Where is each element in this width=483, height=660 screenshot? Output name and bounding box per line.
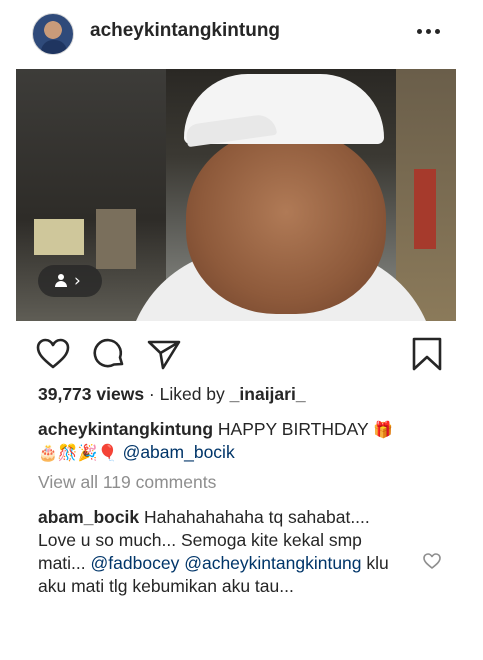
bookmark-icon[interactable] [409, 336, 445, 372]
caption-text: HAPPY BIRTHDAY [217, 419, 369, 439]
video-prop [34, 219, 84, 255]
video-person-face [186, 129, 386, 314]
video-prop [414, 169, 436, 249]
chevron-right-icon: › [74, 271, 81, 291]
comment-item: abam_bocik Hahahahahaha tq sahabat.... L… [38, 506, 393, 598]
video-prop [96, 209, 136, 269]
views-count[interactable]: 39,773 views [38, 384, 144, 404]
views-and-likes: 39,773 views · Liked by _inaijari_ [38, 384, 306, 405]
heart-icon[interactable] [35, 336, 71, 372]
comment-author[interactable]: abam_bocik [38, 507, 139, 527]
post-username[interactable]: acheykintangkintung [90, 20, 280, 42]
comment-bubble-icon[interactable] [91, 336, 127, 372]
tagged-person-icon [54, 274, 68, 288]
comment-mention-acheykintangkintung[interactable]: @acheykintangkintung [184, 553, 361, 573]
gift-emoji: 🎁 [373, 420, 394, 439]
caption-author[interactable]: acheykintangkintung [38, 419, 213, 439]
caption-mention[interactable]: @abam_bocik [123, 442, 235, 462]
liked-by-label: · Liked by [144, 384, 230, 404]
post-video[interactable]: › [16, 69, 456, 321]
party-emoji-row: 🎂🎊🎉🎈 [38, 443, 118, 462]
post-caption: acheykintangkintung HAPPY BIRTHDAY 🎁 🎂🎊🎉… [38, 418, 448, 464]
more-options-icon[interactable] [417, 29, 441, 35]
action-bar [0, 330, 483, 376]
post-header: acheykintangkintung [0, 0, 483, 64]
avatar[interactable] [32, 13, 74, 55]
tagged-people-button[interactable]: › [38, 265, 102, 297]
paper-plane-icon[interactable] [146, 336, 182, 372]
comment-mention-fadbocey[interactable]: @fadbocey [91, 553, 180, 573]
comment-like-heart-icon[interactable] [422, 551, 442, 571]
liked-by-user[interactable]: _inaijari_ [230, 384, 306, 404]
view-all-comments-link[interactable]: View all 119 comments [38, 472, 216, 493]
